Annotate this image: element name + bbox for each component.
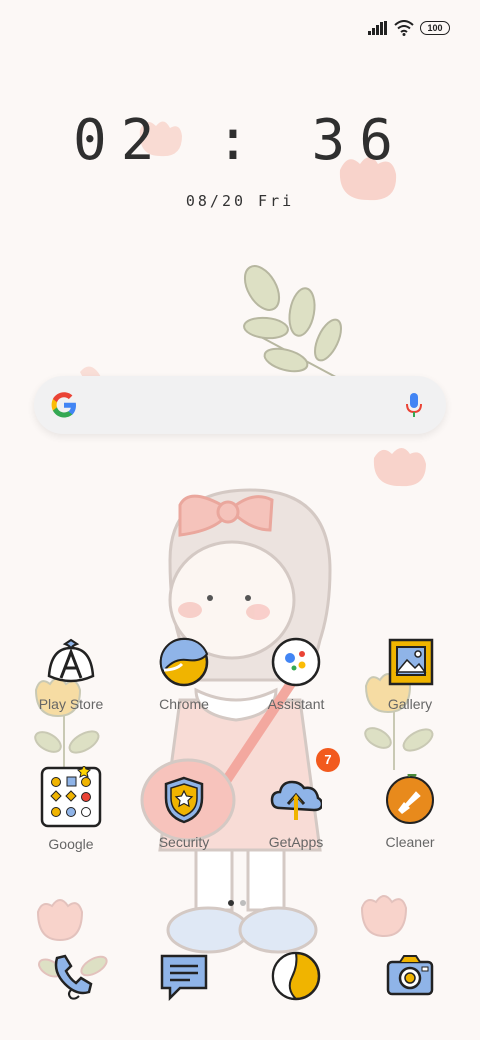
messages-icon [160,954,208,1002]
app-gallery[interactable]: Gallery [362,636,458,712]
battery-icon: 100 [420,21,450,35]
camera-icon [386,955,434,996]
app-label: Security [158,834,210,850]
clock-date[interactable]: 08/20 Fri [0,192,480,210]
clock-time[interactable]: 02 : 36 [0,108,480,173]
app-play-store[interactable]: Play Store [23,636,119,712]
page-dot-active [228,900,234,906]
signal-icon [368,21,387,35]
app-label: Cleaner [385,834,435,850]
chrome-icon [158,636,210,688]
gallery-icon [384,636,436,688]
cleaner-icon [384,773,436,826]
app-label: Chrome [159,696,209,712]
getapps-icon: 7 [270,748,340,826]
page-dot [240,900,246,906]
play-store-icon [45,636,97,688]
app-label: Play Store [38,696,104,712]
phone-icon [54,954,93,1000]
wifi-icon [394,20,414,36]
app-google-folder[interactable]: Google [23,763,119,852]
notification-badge: 7 [316,748,340,772]
page-indicator [228,900,246,906]
app-getapps[interactable]: 7 GetApps [248,748,344,850]
mic-icon[interactable] [404,391,424,419]
google-g-icon [51,392,76,418]
assistant-icon [270,636,322,688]
app-label: GetApps [268,834,324,850]
dock-browser[interactable] [248,950,344,1006]
status-bar: 100 [368,18,450,38]
google-folder-icon [40,763,102,828]
browser-icon [271,951,321,1001]
app-security[interactable]: Security [136,774,232,850]
google-search-bar[interactable] [34,376,446,434]
dock-camera[interactable] [362,950,458,1006]
dock-phone[interactable] [23,950,119,1006]
app-label: Google [48,836,94,852]
app-label: Gallery [387,696,433,712]
app-chrome[interactable]: Chrome [136,636,232,712]
app-label: Assistant [267,696,325,712]
dock-messages[interactable] [136,950,232,1006]
app-assistant[interactable]: Assistant [248,636,344,712]
app-cleaner[interactable]: Cleaner [362,773,458,850]
security-icon [158,774,210,826]
